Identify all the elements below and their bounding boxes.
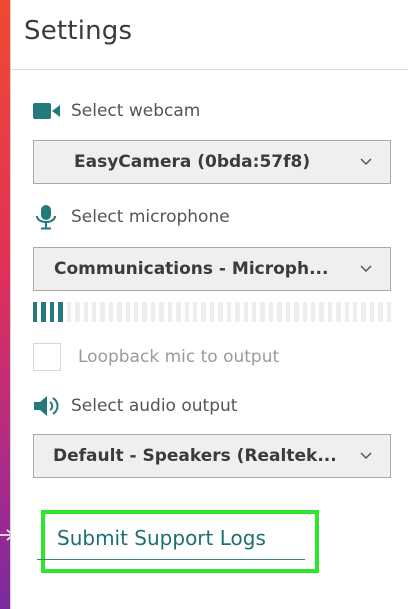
audio-output-select[interactable]: Default - Speakers (Realtek...: [33, 434, 391, 478]
chevron-down-icon: [360, 265, 372, 273]
level-segment: [268, 302, 274, 322]
level-segment: [319, 302, 324, 322]
level-segment: [361, 302, 366, 322]
level-segment: [235, 302, 240, 322]
level-segment: [218, 302, 223, 322]
level-segment: [344, 302, 350, 322]
webcam-label-row: Select webcam: [33, 98, 200, 124]
video-camera-icon: [33, 98, 61, 124]
level-segment: [353, 302, 358, 322]
level-segment: [150, 302, 156, 322]
level-segment: [336, 302, 341, 322]
level-segment: [100, 302, 105, 322]
level-segment: [75, 302, 80, 322]
level-segment: [243, 302, 248, 322]
level-segment: [167, 302, 173, 322]
level-segment: [277, 302, 282, 322]
level-segment: [251, 302, 257, 322]
level-segment: [83, 302, 88, 322]
microphone-select-value: Communications - Microph...: [54, 259, 329, 279]
level-segment: [66, 302, 72, 322]
webcam-select-value: EasyCamera (0bda:57f8): [74, 152, 311, 172]
submit-support-logs-link[interactable]: Submit Support Logs: [57, 526, 266, 550]
audio-output-label: Select audio output: [71, 396, 238, 416]
level-segment: [369, 302, 375, 322]
level-segment: [108, 302, 114, 322]
level-segment: [184, 302, 190, 322]
audio-output-label-row: Select audio output: [33, 393, 237, 419]
level-segment: [386, 302, 392, 322]
level-segment: [294, 302, 299, 322]
microphone-icon: [33, 204, 61, 230]
level-segment: [159, 302, 164, 322]
chevron-down-icon: [360, 452, 372, 460]
level-segment: [91, 302, 97, 322]
loopback-label: Loopback mic to output: [78, 347, 280, 367]
chevron-down-icon: [360, 158, 372, 166]
level-segment: [41, 302, 46, 322]
webcam-label: Select webcam: [71, 101, 201, 121]
level-segment: [302, 302, 307, 322]
audio-output-select-value: Default - Speakers (Realtek...: [53, 446, 337, 466]
level-segment: [125, 302, 131, 322]
level-segment: [117, 302, 122, 322]
level-segment: [33, 302, 38, 322]
level-segment: [285, 302, 291, 322]
level-segment: [209, 302, 215, 322]
level-segment: [310, 302, 316, 322]
level-segment: [226, 302, 232, 322]
level-segment: [260, 302, 265, 322]
level-segment: [201, 302, 206, 322]
level-segment: [193, 302, 198, 322]
level-segment: [49, 302, 55, 322]
microphone-label-row: Select microphone: [33, 204, 230, 230]
link-underline: [37, 559, 305, 560]
settings-header: Settings: [11, 0, 408, 70]
webcam-select[interactable]: EasyCamera (0bda:57f8): [33, 140, 391, 184]
microphone-level-meter: [33, 302, 392, 322]
speaker-icon: [33, 393, 61, 419]
microphone-select[interactable]: Communications - Microph...: [33, 247, 391, 291]
settings-panel: Settings Select webcam EasyCamera (0bda:…: [10, 0, 408, 609]
level-segment: [378, 302, 383, 322]
level-segment: [142, 302, 147, 322]
loopback-checkbox[interactable]: [33, 343, 61, 371]
microphone-label: Select microphone: [71, 207, 230, 227]
level-segment: [327, 302, 333, 322]
page-title: Settings: [24, 16, 133, 46]
loopback-row: Loopback mic to output: [33, 342, 279, 372]
level-segment: [176, 302, 181, 322]
level-segment: [134, 302, 139, 322]
level-segment: [58, 302, 63, 322]
